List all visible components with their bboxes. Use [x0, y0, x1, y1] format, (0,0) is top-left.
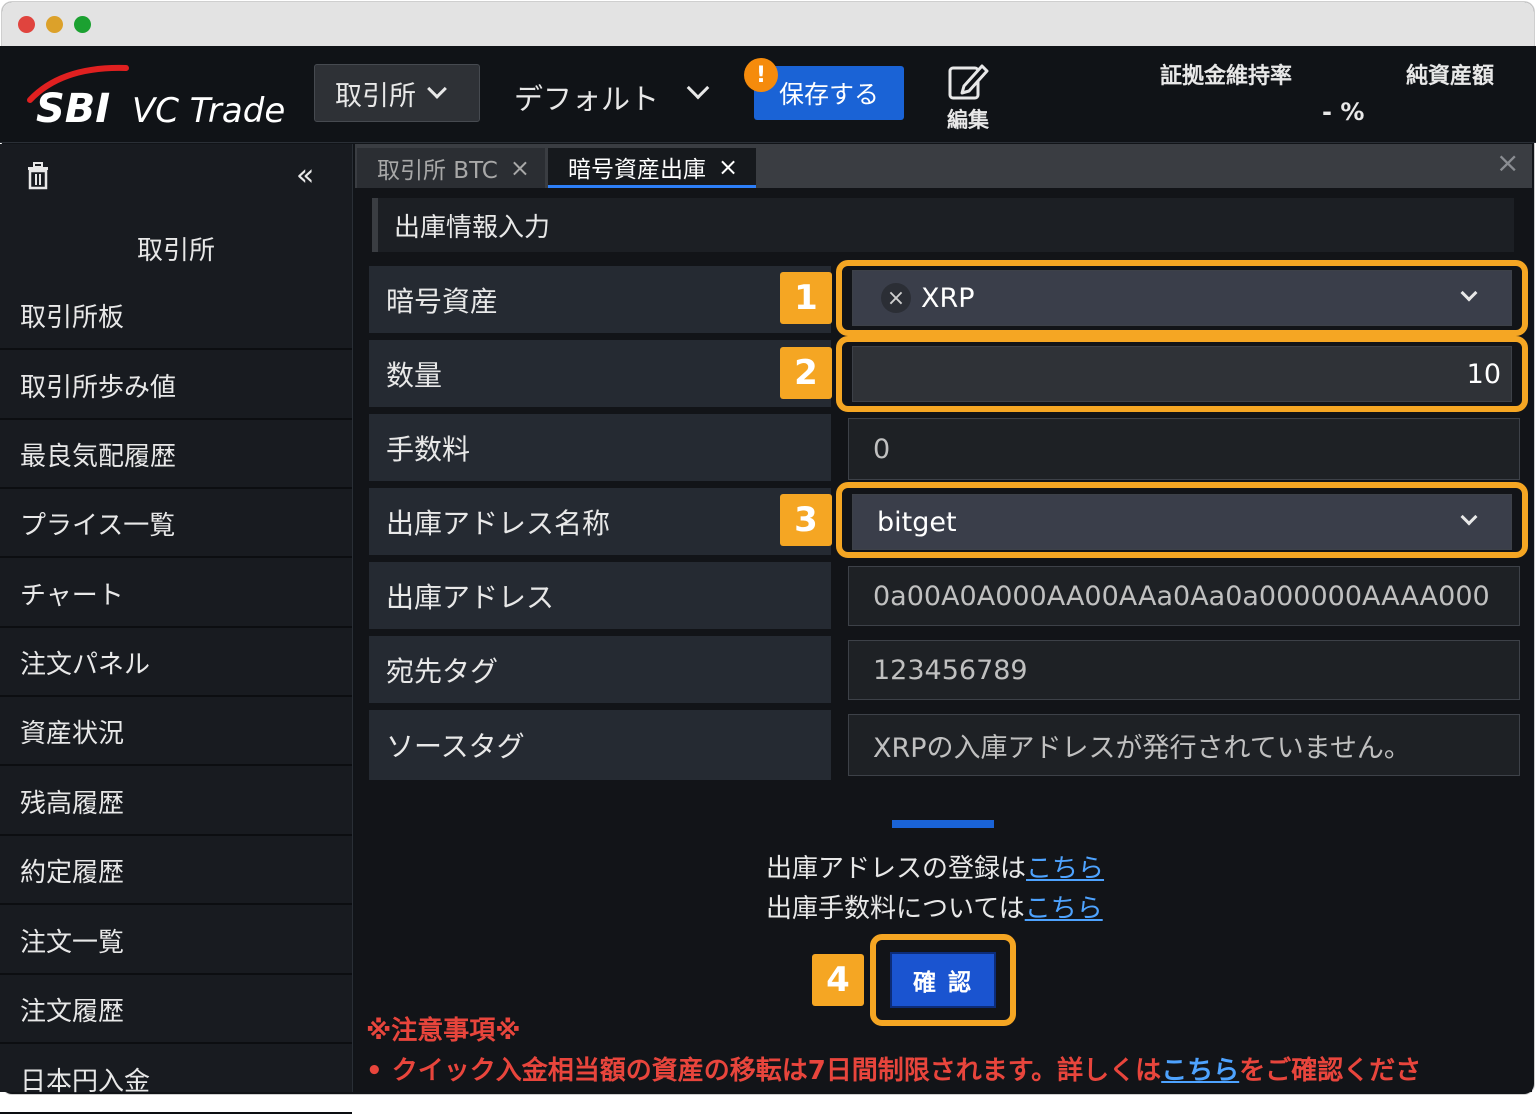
- sbi-vc-trade-logo: SBI VC Trade: [22, 62, 292, 132]
- notes-bullet: •: [366, 1056, 383, 1086]
- sidebar-item-order-history[interactable]: 注文履歴: [0, 976, 352, 1044]
- logo-vc-text: VC Trade: [132, 91, 285, 131]
- quantity-label: 数量: [369, 340, 831, 407]
- section-title: 出庫情報入力: [372, 198, 1514, 252]
- chevron-down-icon: [427, 79, 447, 99]
- notes-line: • クイック入金相当額の資産の移転は7日間制限されます。詳しくはこちらをご確認く…: [366, 1050, 1421, 1087]
- withdrawal-address-name-label: 出庫アドレス名称: [369, 488, 831, 555]
- fee-label: 手数料: [369, 414, 831, 481]
- source-tag-value: XRPの入庫アドレスが発行されていません。: [848, 714, 1520, 776]
- crypto-asset-label: 暗号資産: [369, 266, 831, 333]
- notes-link[interactable]: こちら: [1161, 1056, 1239, 1086]
- withdrawal-fee-link[interactable]: こちら: [1025, 894, 1103, 924]
- window-titlebar: [2, 2, 1534, 48]
- withdrawal-fee-info: 出庫手数料についてはこちら: [766, 888, 1103, 925]
- step-3-highlight: [836, 482, 1528, 558]
- margin-ratio-value: - %: [1322, 98, 1365, 126]
- close-icon[interactable]: ×: [510, 154, 530, 182]
- sidebar-item-balance-history[interactable]: 残高履歴: [0, 768, 352, 836]
- withdrawal-address-value: 0a00A0A000AA00AAa0Aa0a000000AAAA000: [848, 566, 1520, 626]
- sidebar: « 取引所 取引所板 取引所歩み値 最良気配履歴 プライス一覧 チャート 注文パ…: [0, 144, 353, 1114]
- sidebar-title: 取引所: [136, 236, 215, 266]
- tab-bar: 取引所 BTC × 暗号資産出庫 ×: [355, 144, 1532, 188]
- panel-close-icon[interactable]: ×: [1496, 146, 1519, 179]
- step-2-highlight: [836, 336, 1528, 412]
- sidebar-item-order-list[interactable]: 注文一覧: [0, 907, 352, 975]
- tab-crypto-withdrawal[interactable]: 暗号資産出庫 ×: [548, 148, 756, 188]
- scroll-indicator[interactable]: [892, 820, 994, 828]
- step-4-badge: 4: [812, 954, 864, 1006]
- withdrawal-fee-text: 出庫手数料については: [766, 894, 1025, 924]
- edit-icon[interactable]: [946, 62, 990, 102]
- fee-value: 0: [848, 418, 1520, 480]
- logo-sbi-text: SBI: [36, 86, 110, 132]
- net-assets-label: 純資産額: [1406, 64, 1495, 89]
- step-1-badge: 1: [780, 272, 832, 324]
- tab-label: 取引所 BTC: [377, 158, 498, 184]
- register-address-text: 出庫アドレスの登録は: [766, 854, 1027, 884]
- notes-title: ※注意事項※: [366, 1016, 521, 1046]
- sidebar-item-chart[interactable]: チャート: [0, 560, 352, 628]
- exchange-menu-label: 取引所: [335, 80, 416, 112]
- unsaved-alert-icon: !: [744, 58, 778, 92]
- confirm-button[interactable]: 確 認: [890, 952, 996, 1008]
- tab-label: 暗号資産出庫: [568, 156, 706, 183]
- margin-ratio-label: 証拠金維持率: [1160, 64, 1293, 89]
- trash-icon[interactable]: [26, 162, 50, 190]
- sidebar-item-order-panel[interactable]: 注文パネル: [0, 629, 352, 697]
- layout-name[interactable]: デフォルト: [514, 76, 659, 118]
- destination-tag-value: 123456789: [848, 640, 1520, 700]
- step-1-highlight: [836, 260, 1528, 336]
- sidebar-item-price-list[interactable]: プライス一覧: [0, 490, 352, 558]
- close-icon[interactable]: ×: [718, 153, 738, 181]
- exchange-menu-button[interactable]: 取引所: [314, 64, 480, 122]
- close-window-button[interactable]: [18, 16, 35, 33]
- sidebar-item-best-quote-history[interactable]: 最良気配履歴: [0, 421, 352, 489]
- destination-tag-label: 宛先タグ: [369, 636, 831, 703]
- collapse-sidebar-icon[interactable]: «: [296, 158, 314, 193]
- sidebar-item-jpy-deposit[interactable]: 日本円入金: [0, 1046, 352, 1114]
- sidebar-item-execution-history[interactable]: 約定履歴: [0, 837, 352, 905]
- app-header: SBI VC Trade 取引所 デフォルト 保存する ! 編集 証拠金維持率 …: [0, 46, 1536, 143]
- register-address-link[interactable]: こちら: [1026, 854, 1104, 884]
- notes-suffix: をご確認くださ: [1239, 1056, 1422, 1086]
- minimize-window-button[interactable]: [46, 16, 63, 33]
- notes-text: クイック入金相当額の資産の移転は7日間制限されます。詳しくは: [391, 1056, 1162, 1086]
- sidebar-item-exchange-ticks[interactable]: 取引所歩み値: [0, 352, 352, 420]
- sidebar-item-exchange-board[interactable]: 取引所板: [0, 282, 352, 350]
- register-address-info: 出庫アドレスの登録はこちら: [766, 848, 1104, 885]
- sidebar-item-asset-status[interactable]: 資産状況: [0, 698, 352, 766]
- withdrawal-address-label: 出庫アドレス: [369, 562, 831, 629]
- maximize-window-button[interactable]: [74, 16, 91, 33]
- tab-exchange-btc[interactable]: 取引所 BTC ×: [357, 148, 545, 188]
- step-2-badge: 2: [780, 347, 832, 399]
- step-3-badge: 3: [780, 494, 832, 546]
- layout-chevron-down-icon[interactable]: [686, 76, 710, 100]
- source-tag-label: ソースタグ: [369, 710, 831, 780]
- edit-label[interactable]: 編集: [947, 104, 989, 134]
